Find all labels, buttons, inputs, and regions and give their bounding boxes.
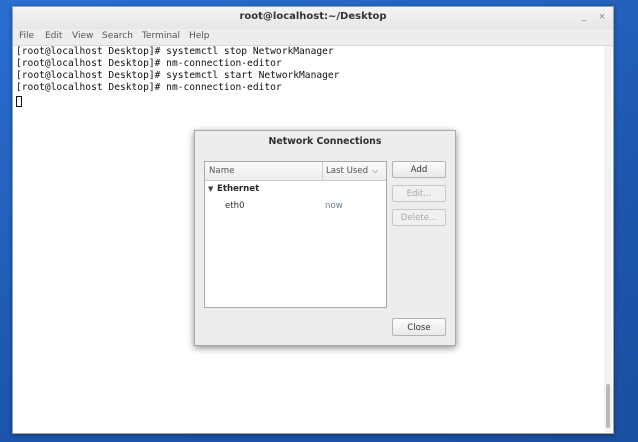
menu-view[interactable]: View: [72, 31, 93, 41]
menu-terminal[interactable]: Terminal: [142, 31, 180, 41]
menu-file[interactable]: File: [19, 31, 34, 41]
network-connections-dialog: Network Connections Name Last Used ⌵ ▼ E…: [194, 130, 456, 346]
terminal-line: [root@localhost Desktop]# nm-connection-…: [16, 82, 282, 93]
edit-button[interactable]: Edit...: [392, 185, 446, 202]
menu-help[interactable]: Help: [189, 31, 210, 41]
list-header: Name Last Used ⌵: [205, 162, 386, 181]
terminal-line: [root@localhost Desktop]# nm-connection-…: [16, 58, 282, 69]
chevron-down-icon[interactable]: ⌵: [372, 166, 378, 176]
connection-last-used: now: [325, 201, 343, 211]
list-item[interactable]: eth0 now: [205, 200, 386, 214]
connection-name: eth0: [225, 201, 245, 211]
group-label: Ethernet: [217, 184, 260, 194]
close-button[interactable]: Close: [392, 318, 446, 336]
window-titlebar[interactable]: root@localhost:~/Desktop _ ×: [13, 7, 613, 30]
terminal-cursor: [16, 96, 22, 107]
menu-edit[interactable]: Edit: [45, 31, 62, 41]
group-ethernet[interactable]: ▼ Ethernet: [205, 183, 386, 197]
expander-triangle-icon[interactable]: ▼: [208, 185, 213, 193]
connections-list[interactable]: Name Last Used ⌵ ▼ Ethernet eth0 now: [204, 161, 387, 308]
terminal-line: [root@localhost Desktop]# systemctl star…: [16, 70, 340, 81]
terminal-scrollbar[interactable]: [604, 46, 612, 432]
column-separator: [322, 162, 323, 180]
add-button[interactable]: Add: [392, 161, 446, 178]
menubar: File Edit View Search Terminal Help: [13, 29, 613, 46]
minimize-button[interactable]: _: [578, 11, 590, 23]
window-title: root@localhost:~/Desktop: [239, 11, 387, 22]
close-window-button[interactable]: ×: [596, 11, 608, 23]
terminal-line: [root@localhost Desktop]# systemctl stop…: [16, 46, 334, 57]
column-header-name[interactable]: Name: [209, 166, 234, 176]
menu-search[interactable]: Search: [102, 31, 133, 41]
scrollbar-thumb[interactable]: [606, 384, 610, 428]
dialog-title: Network Connections: [268, 136, 382, 147]
column-header-last-used[interactable]: Last Used: [326, 166, 368, 176]
watermark-text: https://blog.csdn.net/weixin_44317399: [356, 412, 578, 427]
delete-button[interactable]: Delete...: [392, 209, 446, 226]
